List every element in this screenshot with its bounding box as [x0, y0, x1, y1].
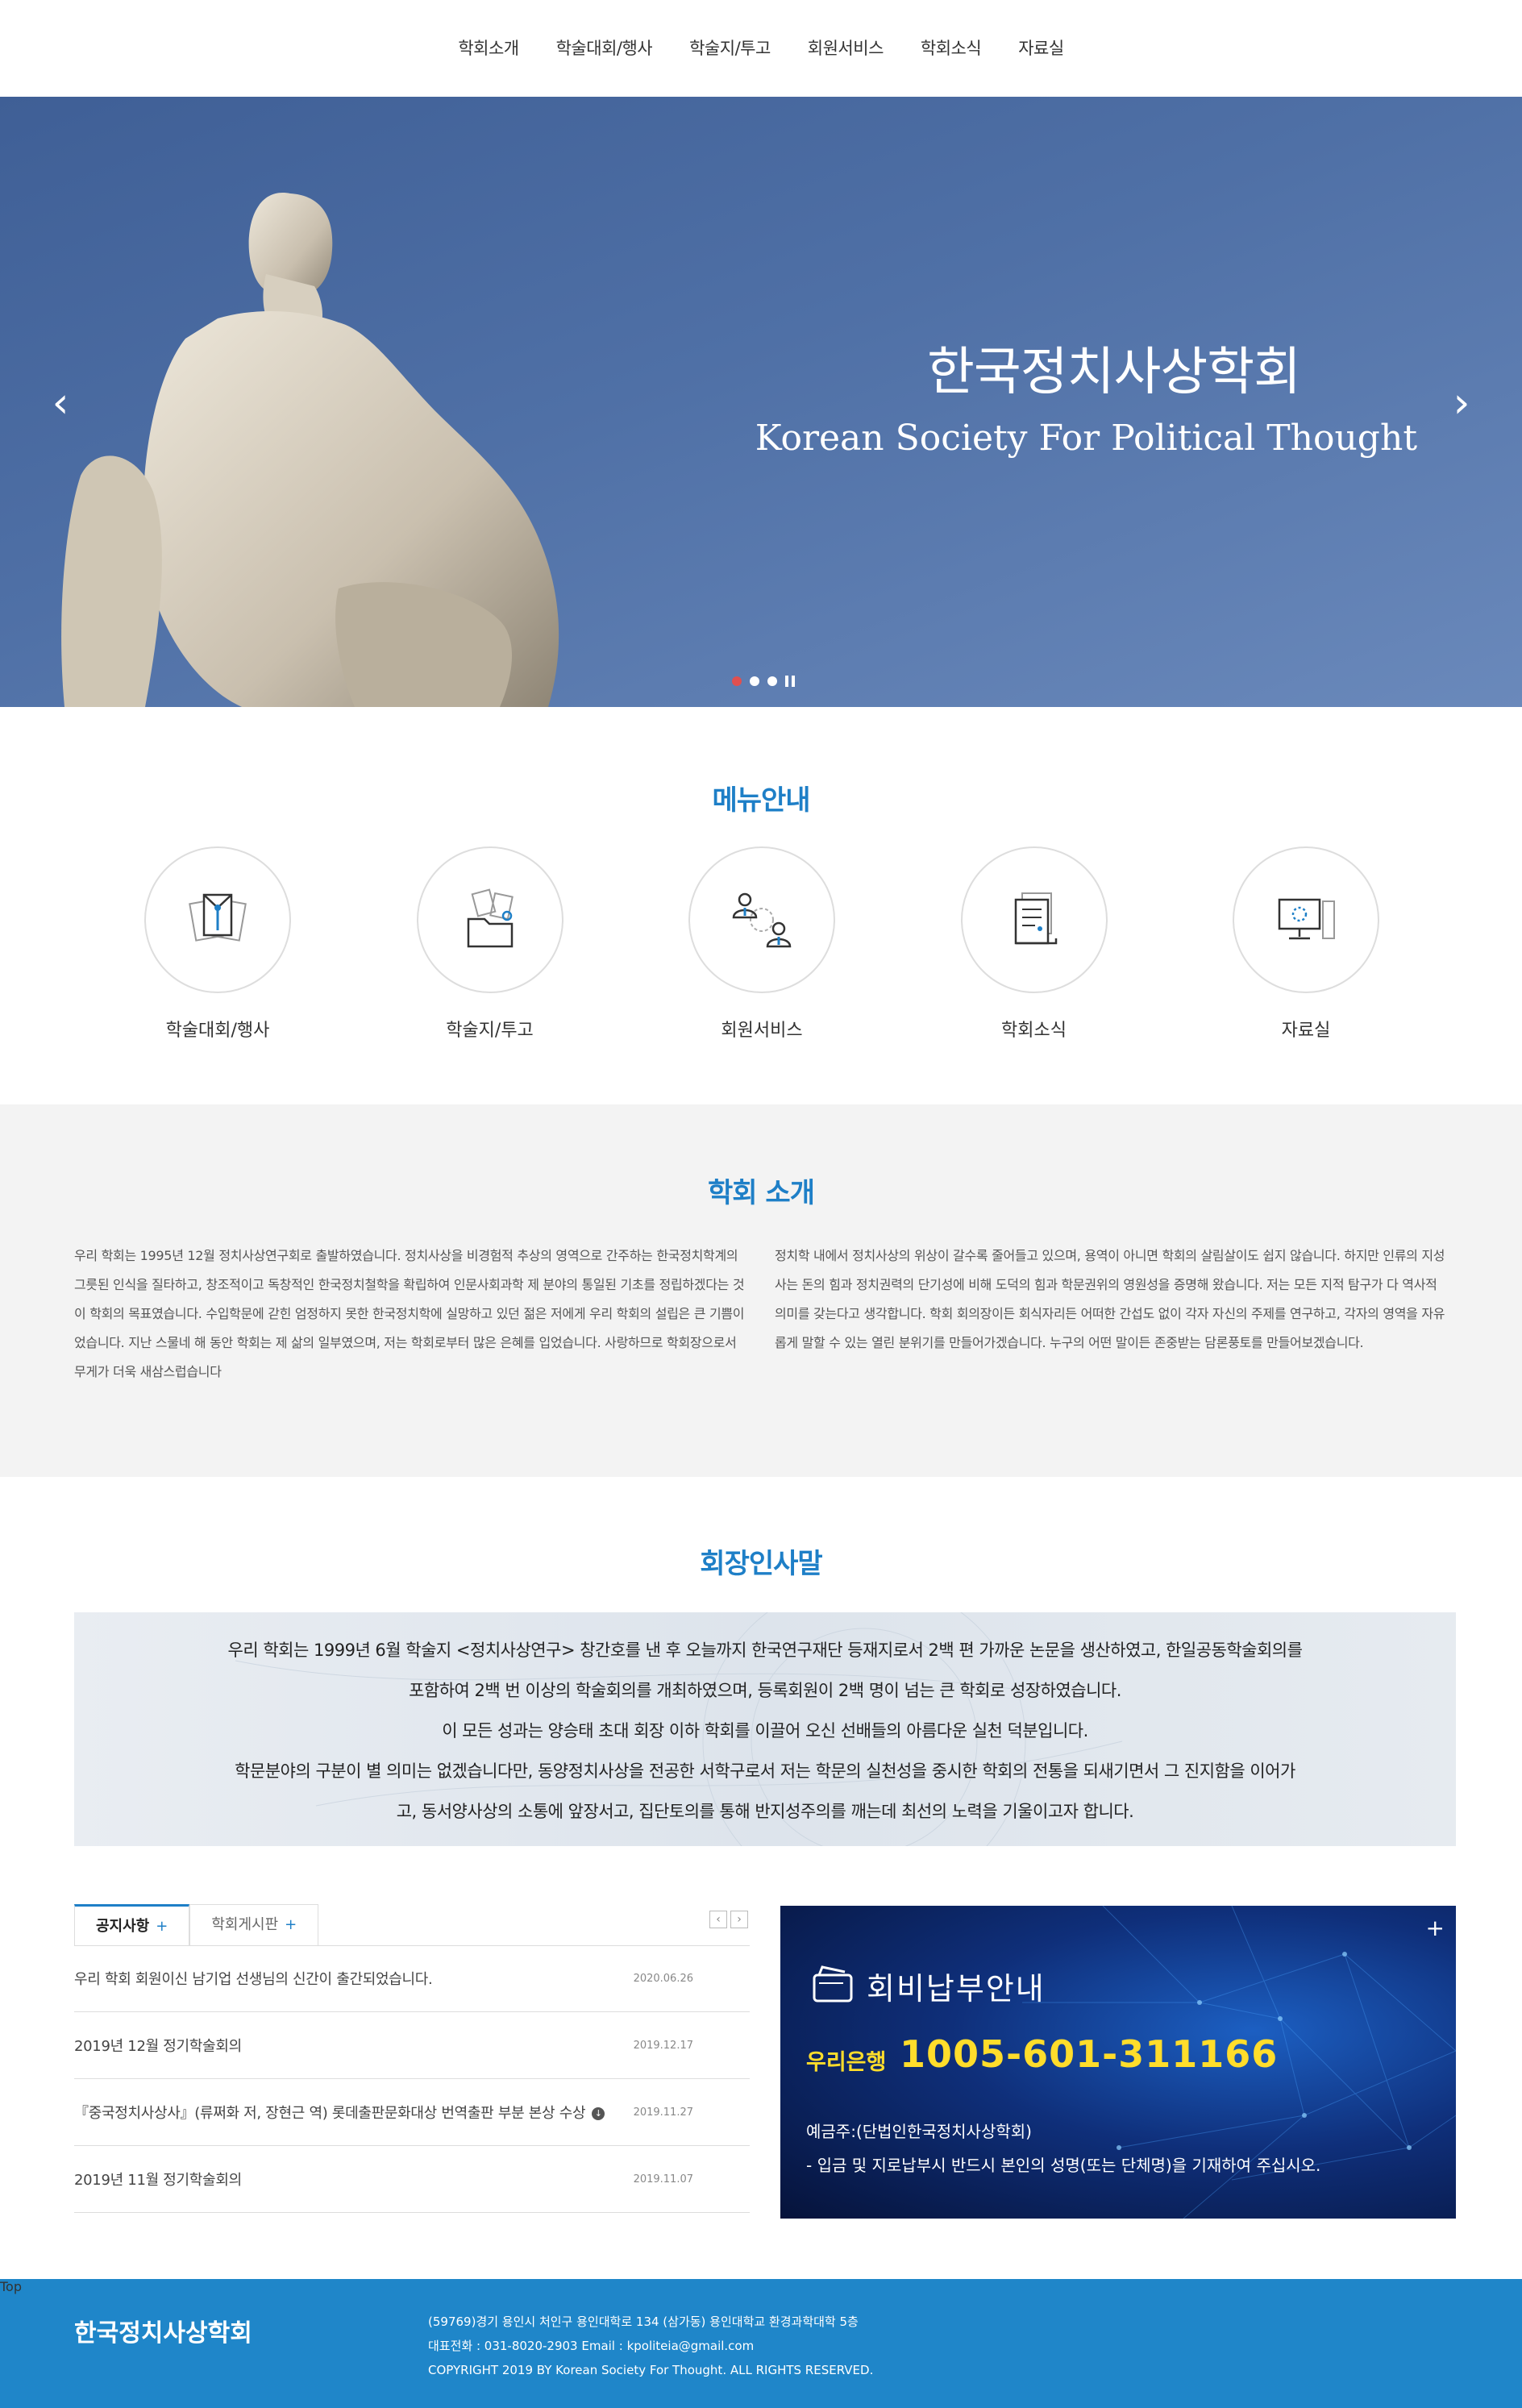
hero-slider: ‹ › 한국정치사상학회 Korean Society For Politica… [0, 97, 1522, 707]
next-page-button[interactable]: › [730, 1911, 748, 1928]
slider-dot[interactable] [767, 676, 777, 686]
nav-journal[interactable]: 학술지/투고 [689, 35, 771, 60]
menu-item-label: 학회소식 [1001, 1021, 1067, 1041]
board-tabs: 공지사항 + 학회게시판 + [74, 1904, 319, 1946]
greeting-line: 고, 동서양사상의 소통에 앞장서고, 집단토의를 통해 반지성주의를 깨는데 … [396, 1802, 1134, 1821]
nav-about[interactable]: 학회소개 [458, 35, 519, 60]
notice-title[interactable]: 우리 학회 회원이신 남기업 선생님의 신간이 출간되었습니다. [74, 1968, 433, 1989]
notice-title[interactable]: 2019년 12월 정기학술회의 [74, 2035, 242, 2056]
notice-title[interactable]: 2019년 11월 정기학술회의 [74, 2169, 242, 2190]
list-item[interactable]: 2019년 11월 정기학술회의 2019.11.07 [74, 2146, 750, 2213]
tab-notice[interactable]: 공지사항 + [74, 1904, 190, 1946]
slider-next-arrow[interactable]: › [1441, 379, 1482, 427]
documents-icon [189, 893, 247, 942]
slider-prev-arrow[interactable]: ‹ [40, 379, 81, 427]
menu-item-news[interactable]: 학회소식 [954, 846, 1115, 1042]
hero-title: 한국정치사상학회 [926, 343, 1301, 402]
computer-icon [1278, 898, 1335, 940]
greeting-text: 우리 학회는 1999년 6월 학술지 <정치사상연구> 창간호를 낸 후 오늘… [74, 1630, 1456, 1832]
menu-item-label: 회원서비스 [721, 1021, 803, 1041]
fee-payment-box: + 회비납부안내 우리은행 1005-601-311166 예금주:(단법인한국… [780, 1906, 1456, 2219]
greeting-box: 우리 학회는 1999년 6월 학술지 <정치사상연구> 창간호를 낸 후 오늘… [74, 1612, 1456, 1846]
menu-item-label: 자료실 [1281, 1021, 1331, 1041]
notice-date: 2019.11.27 [633, 2106, 693, 2119]
fee-payment-title: 회비납부안내 [867, 1971, 1046, 2007]
intro-text-right: 정치학 내에서 정치사상의 위상이 갈수록 줄어들고 있으며, 용역이 아니면 … [775, 1248, 1445, 1350]
wallet-icon [813, 1965, 853, 2003]
footer-copyright: COPYRIGHT 2019 BY Korean Society For Tho… [428, 2363, 874, 2377]
plus-icon[interactable]: + [285, 1916, 297, 1933]
greeting-line: 포함하여 2백 번 이상의 학술회의를 개최하였으며, 등록회원이 2백 명이 … [409, 1681, 1121, 1700]
site-footer: 한국정치사상학회 (59769)경기 용인시 처인구 용인대학로 134 (삼가… [0, 2279, 1522, 2408]
intro-text-left: 우리 학회는 1995년 12월 정치사상연구회로 출발하였습니다. 정치사상을… [74, 1248, 745, 1379]
menu-item-circle [1233, 846, 1379, 993]
plus-icon[interactable]: + [156, 1918, 168, 1935]
menu-item-circle [960, 846, 1108, 993]
menu-item-circle [144, 846, 291, 993]
menu-item-members[interactable]: 회원서비스 [681, 846, 842, 1042]
prev-page-button[interactable]: ‹ [709, 1911, 727, 1928]
statue-image [61, 193, 559, 707]
members-icon [732, 892, 792, 948]
tab-board[interactable]: 학회게시판 + [189, 1904, 319, 1946]
bank-name: 우리은행 [806, 2050, 887, 2075]
notice-title-wrap: 『중국정치사상사』(류쩌화 저, 장현근 역) 롯데출판문화대상 번역출판 부분… [74, 2102, 605, 2123]
account-number: 1005-601-311166 [900, 2032, 1279, 2076]
menu-item-label: 학술지/투고 [446, 1021, 534, 1041]
menu-item-conference[interactable]: 학술대회/행사 [137, 846, 298, 1042]
payment-note: - 입금 및 지로납부시 반드시 본인의 성명(또는 단체명)을 기재하여 주십… [806, 2156, 1321, 2175]
nav-archive[interactable]: 자료실 [1018, 35, 1064, 60]
board-pager: ‹ › [709, 1911, 748, 1928]
slider-dot[interactable] [750, 676, 759, 686]
intro-text: 우리 학회는 1995년 12월 정치사상연구회로 출발하였습니다. 정치사상을… [74, 1241, 1448, 1387]
menu-item-circle [688, 846, 835, 993]
menu-item-label: 학술대회/행사 [165, 1021, 270, 1041]
newspaper-icon [1014, 892, 1057, 945]
greeting-title: 회장인사말 [700, 1548, 822, 1580]
slider-pagination [732, 676, 796, 687]
main-nav: 학회소개 학술대회/행사 학술지/투고 회원서비스 학회소식 자료실 [0, 35, 1522, 60]
pause-icon[interactable] [785, 676, 796, 687]
notice-title[interactable]: 『중국정치사상사』(류쩌화 저, 장현근 역) 롯데출판문화대상 번역출판 부분… [74, 2105, 586, 2122]
footer-info: (59769)경기 용인시 처인구 용인대학로 134 (삼가동) 용인대학교 … [428, 2310, 873, 2382]
account-holder: 예금주:(단법인한국정치사상학회) [806, 2122, 1032, 2141]
menu-item-journal[interactable]: 학술지/투고 [410, 846, 571, 1042]
intro-title: 학회 소개 [708, 1177, 815, 1209]
top-button[interactable]: Top [0, 2279, 37, 2316]
greeting-line: 우리 학회는 1999년 6월 학술지 <정치사상연구> 창간호를 낸 후 오늘… [227, 1641, 1303, 1660]
menu-guide-title: 메뉴안내 [712, 784, 810, 817]
greeting-line: 이 모든 성과는 양승태 초대 회장 이하 학회를 이끌어 오신 선배들의 아름… [442, 1721, 1088, 1740]
nav-news[interactable]: 학회소식 [921, 35, 982, 60]
hero-subtitle: Korean Society For Political Thought [755, 418, 1417, 459]
greeting-line: 학문분야의 구분이 별 의미는 없겠습니다만, 동양정치사상을 전공한 서학구로… [235, 1761, 1295, 1781]
menu-item-archive[interactable]: 자료실 [1225, 846, 1387, 1042]
footer-address: (59769)경기 용인시 처인구 용인대학로 134 (삼가동) 용인대학교 … [428, 2314, 859, 2329]
footer-contact: 대표전화 : 031-8020-2903 Email : kpoliteia@g… [428, 2339, 755, 2353]
notice-date: 2019.11.07 [633, 2173, 693, 2185]
nav-conference[interactable]: 학술대회/행사 [556, 35, 653, 60]
folder-icon [467, 888, 514, 948]
tab-label: 공지사항 [96, 1918, 150, 1935]
list-item[interactable]: 우리 학회 회원이신 남기업 선생님의 신간이 출간되었습니다. 2020.06… [74, 1945, 750, 2012]
notice-list: 우리 학회 회원이신 남기업 선생님의 신간이 출간되었습니다. 2020.06… [74, 1945, 750, 2213]
menu-item-circle [416, 846, 563, 993]
footer-logo-text: 한국정치사상학회 [74, 2319, 252, 2348]
more-plus-icon[interactable]: + [1426, 1917, 1445, 1940]
notice-date: 2019.12.17 [633, 2039, 693, 2052]
list-item[interactable]: 『중국정치사상사』(류쩌화 저, 장현근 역) 롯데출판문화대상 번역출판 부분… [74, 2079, 750, 2146]
slider-dot[interactable] [732, 676, 742, 686]
notice-date: 2020.06.26 [633, 1972, 693, 1985]
menu-guide-list: 학술대회/행사 학술지/투고 회원서비스 학회소식 자료실 [137, 846, 1387, 1042]
site-header: 학회소개 학술대회/행사 학술지/투고 회원서비스 학회소식 자료실 [0, 0, 1522, 97]
tab-label: 학회게시판 [211, 1916, 279, 1933]
download-icon[interactable]: ↓ [592, 2107, 605, 2120]
list-item[interactable]: 2019년 12월 정기학술회의 2019.12.17 [74, 2012, 750, 2079]
nav-members[interactable]: 회원서비스 [808, 35, 884, 60]
